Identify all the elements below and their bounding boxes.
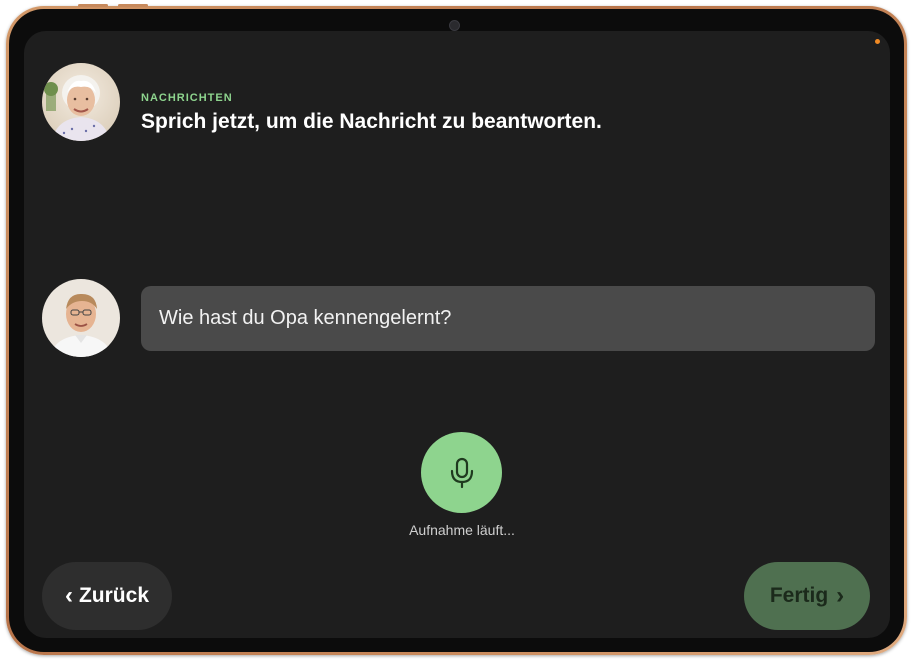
chevron-right-icon: ›: [836, 582, 845, 609]
back-button[interactable]: ‹ Zurück: [42, 562, 172, 630]
young-man-avatar-icon: [42, 279, 120, 357]
microphone-icon: [450, 457, 473, 488]
front-camera: [449, 20, 460, 31]
recording-status: Aufnahme läuft...: [409, 522, 515, 538]
volume-button: [78, 4, 108, 7]
message-bubble: Wie hast du Opa kennengelernt?: [141, 286, 875, 351]
recipient-avatar: [42, 63, 120, 141]
chevron-left-icon: ‹: [64, 582, 73, 609]
tablet-bezel: NACHRICHTEN Sprich jetzt, um die Nachric…: [9, 9, 904, 652]
page-title: Sprich jetzt, um die Nachricht zu beantw…: [141, 110, 602, 133]
privacy-indicator-dot: [875, 39, 880, 44]
elderly-woman-avatar-icon: [42, 63, 120, 141]
sender-avatar: [42, 279, 120, 357]
record-button[interactable]: [421, 432, 502, 513]
message-text: Wie hast du Opa kennengelernt?: [159, 307, 452, 329]
back-button-label: Zurück: [78, 584, 149, 607]
tablet-frame: NACHRICHTEN Sprich jetzt, um die Nachric…: [6, 4, 907, 655]
done-button[interactable]: Fertig ›: [744, 562, 870, 630]
done-button-label: Fertig: [769, 584, 829, 607]
power-button: [118, 4, 148, 7]
app-screen: NACHRICHTEN Sprich jetzt, um die Nachric…: [24, 31, 890, 638]
section-label: NACHRICHTEN: [141, 92, 233, 104]
